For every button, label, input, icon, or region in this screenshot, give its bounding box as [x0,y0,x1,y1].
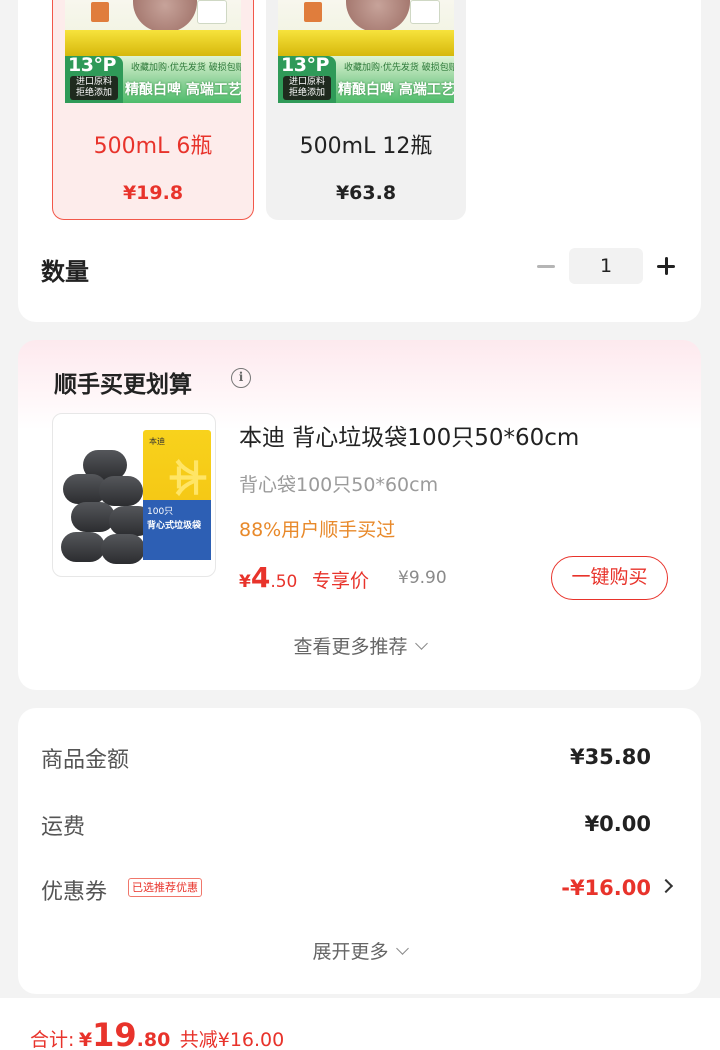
addon-recommendation-card: 顺手买更划算 i 本迪 本 100只 背心式垃圾袋 本迪 背心垃圾袋100只50… [18,340,701,690]
coupon-value[interactable]: -¥16.00 [561,876,651,900]
variant-image: 收藏加购·优先发货 破损包赔 精酿白啤 高端工艺 13°P 进口原料 拒绝添加 [278,0,454,103]
variant-name: 500mL 6瓶 [93,134,213,159]
variant-price: ¥63.8 [335,182,397,204]
chevron-down-icon [395,942,409,955]
variant-price: ¥19.8 [122,182,184,204]
minus-icon[interactable] [534,253,558,279]
info-icon[interactable]: i [231,368,251,388]
variant-option-6-bottles[interactable]: 收藏加购·优先发货 破损包赔 精酿白啤 高端工艺 13°P 进口原料 拒绝添加 5… [52,0,254,220]
variant-name: 500mL 12瓶 [299,134,433,159]
chevron-right-icon[interactable] [658,878,674,894]
plus-icon[interactable] [654,253,678,279]
shipping-label: 运费 [41,815,86,840]
chevron-down-icon [414,637,428,650]
variant-quantity-card: 收藏加购·优先发货 破损包赔 精酿白啤 高端工艺 13°P 进口原料 拒绝添加 5… [18,0,701,322]
coupon-label: 优惠券 [41,880,108,905]
price-summary-card: 商品金额 ¥35.80 运费 ¥0.00 优惠券 已选推荐优惠 -¥16.00 … [18,708,701,994]
package: 本迪 本 100只 背心式垃圾袋 [143,430,211,560]
degree-badge: 13°P 进口原料 拒绝添加 [278,54,336,103]
subtotal-label: 商品金额 [41,748,130,773]
product-spec: 背心袋100只50*60cm [239,474,439,496]
quantity-input[interactable]: 1 [569,248,643,284]
subtotal-value: ¥35.80 [569,745,651,769]
shipping-value: ¥0.00 [584,812,651,836]
social-proof: 88%用户顺手买过 [239,519,396,541]
variant-option-12-bottles[interactable]: 收藏加购·优先发货 破损包赔 精酿白啤 高端工艺 13°P 进口原料 拒绝添加 5… [266,0,466,220]
checkout-bar: 合计: ¥19.80 共减¥16.00 [0,998,720,1050]
product-image[interactable]: 本迪 本 100只 背心式垃圾袋 [52,413,216,577]
original-price: ¥9.90 [398,568,447,588]
one-click-buy-button[interactable]: 一键购买 [551,556,668,600]
section-title: 顺手买更划算 [54,372,192,398]
total-saved: 共减¥16.00 [179,1029,285,1050]
more-recommendations-link[interactable]: 查看更多推荐 [18,632,701,659]
degree-badge: 13°P 进口原料 拒绝添加 [65,54,123,103]
order-total: 合计: ¥19.80 共减¥16.00 [30,1016,285,1050]
expand-more-link[interactable]: 展开更多 [18,937,701,964]
price-tag: 专享价 [312,570,370,592]
product-name[interactable]: 本迪 背心垃圾袋100只50*60cm [239,418,579,452]
product-price: ¥4.50 [239,561,298,594]
coupon-badge: 已选推荐优惠 [128,878,202,897]
variant-image: 收藏加购·优先发货 破损包赔 精酿白啤 高端工艺 13°P 进口原料 拒绝添加 [65,0,241,103]
quantity-label: 数量 [41,258,89,286]
